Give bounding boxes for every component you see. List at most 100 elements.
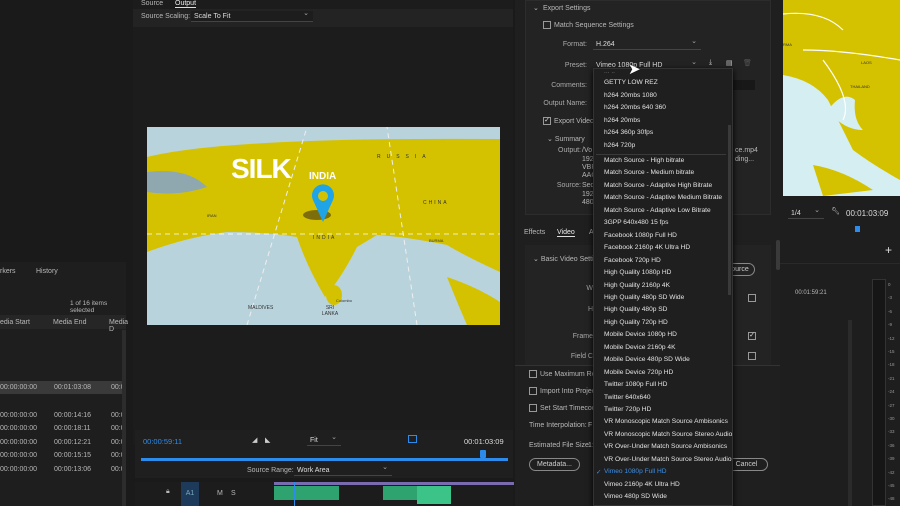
checkbox[interactable]: [748, 352, 756, 360]
wrench-icon[interactable]: 🔧︎: [831, 207, 840, 215]
zoom-dropdown[interactable]: 1/4: [788, 205, 824, 219]
menu-item[interactable]: Facebook 2160p 4K Ultra HD: [604, 244, 690, 251]
delete-preset-icon[interactable]: 🗑︎: [743, 59, 752, 67]
menu-item[interactable]: Facebook 1080p Full HD: [604, 232, 677, 239]
map-label: CHINA: [423, 200, 449, 206]
mute-button[interactable]: M: [217, 490, 223, 497]
set-start-timecode-checkbox[interactable]: Set Start Timecode: [529, 404, 600, 412]
tab-video[interactable]: Video: [557, 229, 575, 237]
set-in-point-icon[interactable]: ◢: [252, 436, 257, 444]
menu-item[interactable]: ... ..: [604, 68, 615, 75]
tab-output[interactable]: Output: [175, 0, 197, 8]
menu-item[interactable]: VR Monoscopic Match Source Ambisonics: [604, 418, 728, 425]
menu-scrollbar[interactable]: [728, 125, 731, 295]
export-video-checkbox[interactable]: ✓ Export Video: [543, 117, 594, 125]
source-scaling-dropdown[interactable]: Scale To Fit: [191, 8, 313, 22]
menu-item[interactable]: Mobile Device 1080p HD: [604, 331, 677, 338]
basic-video-toggle[interactable]: ⌄ Basic Video Setti: [533, 255, 594, 263]
menu-item[interactable]: Mobile Device 480p SD Wide: [604, 356, 690, 363]
menu-item[interactable]: VR Over-Under Match Source Ambisonics: [604, 443, 727, 450]
menu-item[interactable]: High Quality 2160p 4K: [604, 282, 670, 289]
scrub-bar[interactable]: [141, 458, 508, 461]
chevron-down-icon[interactable]: ⌄: [533, 4, 539, 12]
program-monitor: RMA LAOS THAILAND 1/4 🔧︎ 00:01:03:09 + 0…: [780, 0, 900, 506]
set-out-point-icon[interactable]: ◣: [265, 436, 270, 444]
menu-item[interactable]: High Quality 480p SD Wide: [604, 294, 684, 301]
meter-tick: -12: [888, 335, 895, 341]
table-row[interactable]: 00:00:00:00 00:00:12:21 00:0: [0, 436, 125, 449]
playhead[interactable]: [480, 450, 486, 458]
menu-item[interactable]: Match Source - Adaptive High Bitrate: [604, 182, 712, 189]
menu-item[interactable]: Match Source - Adaptive Medium Bitrate: [604, 194, 722, 201]
import-project-checkbox[interactable]: Import Into Project: [529, 387, 597, 395]
fit-dropdown[interactable]: Fit: [307, 432, 341, 446]
aspect-icon[interactable]: [408, 435, 417, 443]
format-dropdown[interactable]: H.264: [593, 36, 701, 50]
tab-source[interactable]: Source: [141, 0, 163, 7]
menu-item[interactable]: Twitter 720p HD: [604, 406, 651, 413]
current-time[interactable]: 00:00:59:11: [143, 437, 182, 446]
program-playhead[interactable]: [855, 226, 860, 232]
menu-item[interactable]: Match Source - Adaptive Low Bitrate: [604, 207, 711, 214]
audio-clip[interactable]: [383, 486, 417, 500]
menu-item[interactable]: h264 20mbs: [604, 117, 640, 124]
table-row[interactable]: 00:00:00:00 00:00:13:06 00:0: [0, 463, 125, 476]
time-interpolation-dropdown[interactable]: F: [588, 422, 592, 429]
width-label: W: [586, 285, 593, 292]
metadata-button[interactable]: Metadata...: [529, 458, 580, 471]
summary-text: /Vo: [582, 147, 593, 154]
checkbox[interactable]: ✓: [748, 332, 756, 340]
menu-item[interactable]: h264 720p: [604, 142, 635, 149]
scrollbar[interactable]: [122, 330, 126, 506]
menu-item[interactable]: VR Over-Under Match Source Stereo Audio: [604, 456, 732, 463]
table-row[interactable]: 00:00:00:00 00:01:03:08 00:0: [0, 381, 125, 394]
track-target-a1[interactable]: A1: [181, 482, 199, 506]
import-preset-icon[interactable]: ▤: [726, 59, 733, 67]
add-button[interactable]: +: [885, 243, 892, 257]
menu-item[interactable]: High Quality 480p SD: [604, 306, 667, 313]
menu-item[interactable]: Match Source - High bitrate: [604, 157, 684, 164]
col-media-start[interactable]: edia Start: [0, 319, 30, 326]
meter-tick: -15: [888, 349, 895, 354]
menu-item[interactable]: Mobile Device 2160p 4K: [604, 344, 675, 351]
col-media-end[interactable]: Media End: [53, 319, 86, 326]
menu-item[interactable]: Facebook 720p HD: [604, 257, 661, 264]
table-row[interactable]: 00:00:00:00 00:00:18:11 00:0: [0, 422, 125, 435]
menu-item[interactable]: Twitter 640x640: [604, 394, 651, 401]
menu-item[interactable]: 3GPP 640x480 15 fps: [604, 219, 668, 226]
checkbox[interactable]: [748, 294, 756, 302]
menu-item[interactable]: Mobile Device 720p HD: [604, 369, 673, 376]
menu-item[interactable]: h264 360p 30fps: [604, 129, 653, 136]
menu-item[interactable]: h264 20mbs 640 360: [604, 104, 666, 111]
use-max-render-checkbox[interactable]: Use Maximum Ren: [529, 370, 600, 378]
comments-input[interactable]: [733, 80, 755, 90]
source-scaling-label: Source Scaling:: [141, 13, 191, 20]
menu-item[interactable]: Vimeo 2160p 4K Ultra HD: [604, 481, 680, 488]
menu-item[interactable]: GETTY LOW REZ: [604, 79, 658, 86]
table-row[interactable]: 00:00:00:00 00:00:14:16 00:0: [0, 409, 125, 422]
solo-button[interactable]: S: [231, 490, 236, 497]
save-preset-icon[interactable]: ⤓: [709, 59, 712, 67]
menu-item[interactable]: VR Monoscopic Match Source Stereo Audio: [604, 431, 732, 438]
vertical-scrollbar[interactable]: [848, 320, 852, 506]
summary-toggle[interactable]: ⌄ Summary: [547, 135, 585, 143]
menu-item[interactable]: Match Source - Medium bitrate: [604, 169, 694, 176]
tab-history[interactable]: History: [36, 268, 58, 275]
menu-item[interactable]: Vimeo 1080p Full HD: [604, 468, 667, 475]
tab-markers[interactable]: rkers: [0, 268, 16, 275]
source-range-dropdown[interactable]: Work Area: [294, 462, 392, 476]
menu-item[interactable]: High Quality 1080p HD: [604, 269, 671, 276]
menu-item[interactable]: Vimeo 480p SD Wide: [604, 493, 667, 500]
field-order-label: Field C: [570, 353, 593, 360]
menu-item[interactable]: h264 20mbs 1080: [604, 92, 657, 99]
menu-item[interactable]: Twitter 1080p Full HD: [604, 381, 667, 388]
menu-item[interactable]: High Quality 720p HD: [604, 319, 668, 326]
tab-effects[interactable]: Effects: [524, 229, 545, 236]
meter-tick: -3: [888, 295, 893, 301]
audio-clip[interactable]: [417, 486, 451, 504]
lock-icon[interactable]: 🔒︎: [166, 488, 170, 496]
table-row[interactable]: 00:00:00:00 00:00:15:15 00:0: [0, 449, 125, 462]
meter-tick: -18: [888, 362, 895, 368]
match-sequence-checkbox[interactable]: Match Sequence Settings: [543, 21, 634, 29]
audio-clip[interactable]: [274, 486, 339, 500]
